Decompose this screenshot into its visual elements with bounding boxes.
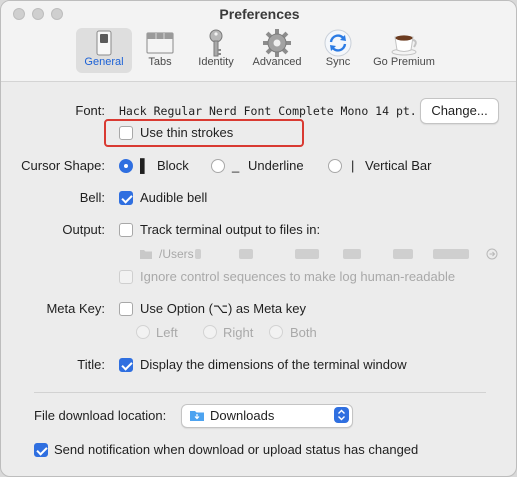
cursor-block-label: Block — [157, 158, 189, 173]
thin-strokes-label: Use thin strokes — [140, 125, 234, 140]
track-output-label: Track terminal output to files in: — [140, 222, 321, 237]
thin-strokes-checkbox[interactable] — [119, 126, 133, 140]
ignore-sequences-label: Ignore control sequences to make log hum… — [140, 269, 456, 284]
tab-sync-label: Sync — [325, 56, 351, 68]
meta-both-radio[interactable] — [269, 325, 283, 339]
preferences-window: Preferences General Tabs Identity Advanc… — [0, 0, 517, 477]
tab-tabs[interactable]: Tabs — [137, 28, 183, 73]
redacted-path-segment — [393, 249, 413, 259]
reveal-arrow-icon[interactable] — [486, 248, 498, 260]
send-notification-label: Send notification when download or uploa… — [54, 442, 419, 457]
cursor-vertical-bar-radio[interactable] — [328, 159, 342, 173]
meta-left-label: Left — [156, 325, 178, 340]
display-dimensions-label: Display the dimensions of the terminal w… — [140, 357, 407, 372]
option-as-meta-label: Use Option (⌥) as Meta key — [140, 301, 306, 316]
font-label: Font: — [75, 103, 105, 118]
download-location-label: File download location: — [34, 408, 167, 423]
meta-key-label: Meta Key: — [46, 301, 105, 316]
send-notification-checkbox[interactable] — [34, 443, 48, 457]
ignore-sequences-checkbox[interactable] — [119, 270, 133, 284]
tab-go-premium-label: Go Premium — [373, 56, 435, 68]
coffee-cup-icon — [391, 35, 417, 56]
title-setting-label: Title: — [77, 357, 105, 372]
redacted-path-segment — [295, 249, 319, 259]
section-divider — [34, 392, 486, 393]
display-dimensions-checkbox[interactable] — [119, 358, 133, 372]
meta-both-label: Both — [290, 325, 317, 340]
cursor-block-radio[interactable] — [119, 159, 133, 173]
tab-go-premium[interactable]: Go Premium — [368, 28, 440, 73]
meta-right-radio[interactable] — [203, 325, 217, 339]
option-as-meta-checkbox[interactable] — [119, 302, 133, 316]
cursor-block-glyph: ▌ — [140, 158, 150, 173]
tab-advanced[interactable]: Advanced — [246, 28, 308, 73]
tab-sync[interactable]: Sync — [316, 28, 360, 73]
bell-label: Bell: — [79, 190, 105, 205]
output-path: /Users — [159, 247, 194, 261]
folder-icon — [140, 250, 152, 259]
cursor-underline-radio[interactable] — [211, 159, 225, 173]
tab-identity-label: Identity — [198, 56, 234, 68]
meta-left-radio[interactable] — [136, 325, 150, 339]
output-label: Output: — [62, 222, 105, 237]
download-location-select[interactable]: Downloads — [181, 404, 353, 428]
cursor-vertical-bar-glyph: | — [351, 158, 355, 173]
key-icon — [209, 29, 223, 57]
redacted-path-segment — [195, 249, 201, 259]
redacted-path-segment — [433, 249, 469, 259]
cursor-underline-glyph: _ — [232, 158, 240, 173]
tabs-icon — [146, 32, 174, 54]
general-switch-icon — [96, 30, 112, 56]
chevron-up-down-icon — [338, 409, 345, 421]
gear-icon — [263, 29, 291, 57]
cursor-underline-label: Underline — [248, 158, 304, 173]
change-font-button[interactable]: Change... — [420, 98, 499, 124]
track-output-checkbox[interactable] — [119, 223, 133, 237]
toolbar: Preferences General Tabs Identity Advanc… — [1, 1, 516, 82]
window-title: Preferences — [219, 6, 300, 22]
select-stepper — [334, 407, 349, 423]
cursor-vertical-bar-label: Vertical Bar — [365, 158, 432, 173]
redacted-path-segment — [239, 249, 253, 259]
cursor-shape-label: Cursor Shape: — [21, 158, 105, 173]
redacted-path-segment — [343, 249, 361, 259]
audible-bell-checkbox[interactable] — [119, 191, 133, 205]
tab-identity[interactable]: Identity — [189, 28, 243, 73]
tab-tabs-label: Tabs — [148, 56, 172, 68]
font-value: Hack Regular Nerd Font Complete Mono 14 … — [119, 104, 417, 118]
tab-advanced-label: Advanced — [252, 56, 302, 68]
download-folder-name: Downloads — [210, 408, 275, 423]
downloads-folder-icon — [190, 411, 204, 421]
tab-general-label: General — [84, 56, 124, 68]
meta-right-label: Right — [223, 325, 254, 340]
audible-bell-label: Audible bell — [140, 190, 208, 205]
tab-general[interactable]: General — [76, 28, 132, 73]
sync-icon — [324, 29, 352, 57]
